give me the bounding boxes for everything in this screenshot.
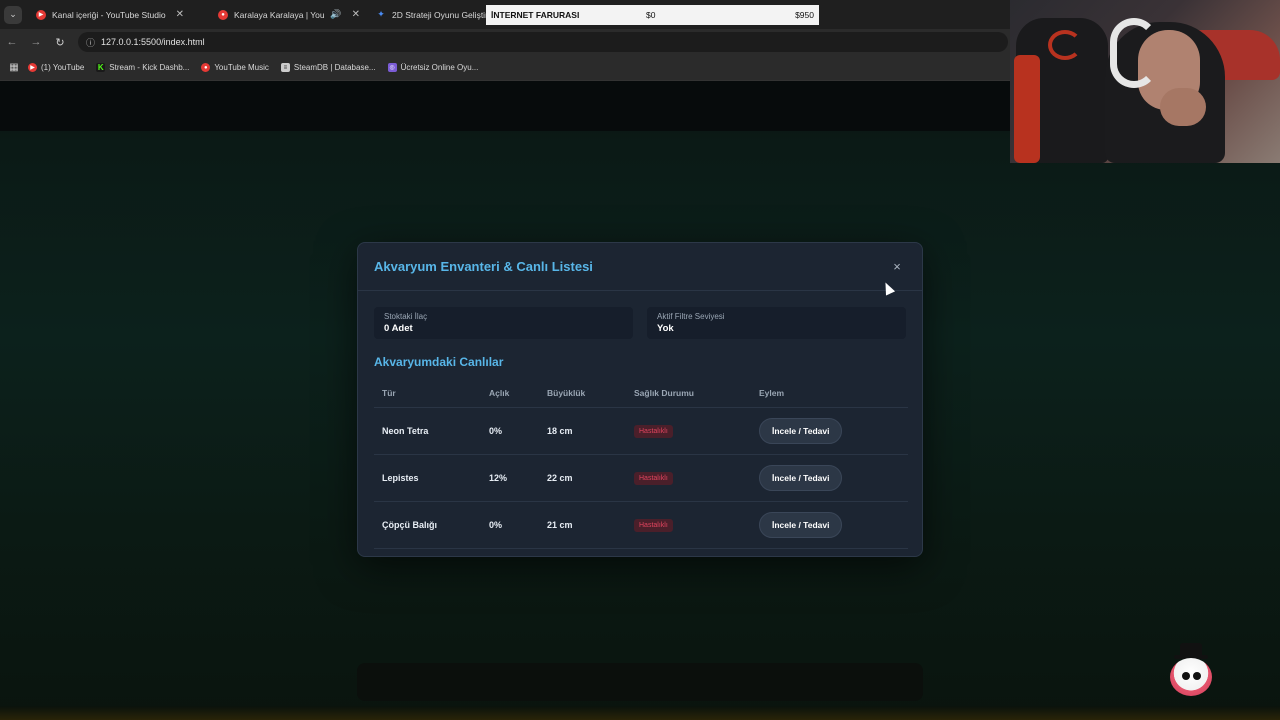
cell-size: 21 cm [539,501,626,549]
tab-title: 2D Strateji Oyunu Geliştirme [392,9,500,20]
panda-eye-shape [1182,672,1190,680]
inspect-treat-button[interactable]: İncele / Tedavi [759,465,843,491]
stat-medicine-stock: Stoktaki İlaç 0 Adet [374,307,633,339]
url-text: 127.0.0.1:5500/index.html [101,37,205,47]
panda-mascot-icon [1167,643,1215,697]
page-bottom-strip [0,706,1280,720]
streamer-hand-shape [1160,88,1206,126]
webcam-overlay [1010,0,1280,163]
column-header-species: Tür [374,379,481,408]
cell-species: Neon Tetra [374,407,481,455]
cell-action: İncele / Tedavi [751,501,908,549]
aquarium-inventory-modal: Akvaryum Envanteri & Canlı Listesi × Sto… [357,242,923,557]
cell-size: 22 cm [539,454,626,502]
game-bottom-toolbar [357,663,923,701]
cell-health: Hastalıklı [626,501,751,549]
chair-logo-shape [1048,30,1082,60]
site-info-icon[interactable]: ⓘ [86,36,95,49]
stat-filter-level: Aktif Filtre Seviyesi Yok [647,307,906,339]
table-row: Lepistes 12% 22 cm Hastalıklı İncele / T… [374,454,908,502]
cell-health: Hastalıklı [626,407,751,455]
game-site-icon: ◎ [387,63,397,72]
tab-title: Karalaya Karalaya | YouTube [234,9,325,20]
bookmark-label: SteamDB | Database... [293,63,376,72]
cell-action: İncele / Tedavi [751,407,908,455]
youtube-music-icon: ● [201,63,211,72]
modal-title: Akvaryum Envanteri & Canlı Listesi [374,259,593,274]
internet-bill-overlay: İNTERNET FARURASI $0 $950 [486,5,819,25]
tab-search-chevron-icon[interactable]: ⌄ [4,5,22,24]
overlay-value-1: $0 [646,10,656,20]
inspect-treat-button[interactable]: İncele / Tedavi [759,512,843,538]
bookmark-youtube[interactable]: ▶ (1) YouTube [28,63,84,72]
column-header-health: Sağlık Durumu [626,379,751,408]
stat-value: 0 Adet [384,323,413,334]
status-badge: Hastalıklı [634,424,673,438]
tab-close-icon[interactable]: ✕ [352,9,360,20]
overlay-title: İNTERNET FARURASI [491,10,580,20]
panda-eye-shape [1193,672,1201,680]
cell-action: İncele / Tedavi [751,454,908,502]
inspect-treat-button[interactable]: İncele / Tedavi [759,418,843,444]
url-input[interactable]: ⓘ 127.0.0.1:5500/index.html [78,32,1008,52]
modal-header: Akvaryum Envanteri & Canlı Listesi × [358,243,922,291]
bookmark-steamdb[interactable]: ≡ SteamDB | Database... [280,63,376,72]
cell-hunger: 12% [481,454,539,502]
cell-species: Çöpçü Balığı [374,501,481,549]
bookmark-online-games[interactable]: ◎ Ücretsiz Online Oyu... [387,63,479,72]
bookmarks-bar: ▦ ▶ (1) YouTube K Stream - Kick Dashb...… [0,55,1010,81]
youtube-music-icon: ● [218,9,228,20]
gemini-icon: ✦ [377,9,385,19]
cell-hunger: 0% [481,407,539,455]
cell-size: 18 cm [539,407,626,455]
forward-icon[interactable]: → [24,36,48,48]
stat-label: Stoktaki İlaç [384,312,428,321]
bookmark-label: Stream - Kick Dashb... [109,63,190,72]
bookmark-kick[interactable]: K Stream - Kick Dashb... [96,63,189,72]
apps-grid-icon[interactable]: ▦ [0,62,28,73]
tab-title: Kanal içeriği - YouTube Studio [52,9,166,20]
steamdb-icon: ≡ [280,63,290,72]
table-header-row: Tür Açlık Büyüklük Sağlık Durumu Eylem [374,379,908,408]
fish-table: Tür Açlık Büyüklük Sağlık Durumu Eylem N… [374,379,908,549]
bookmark-label: (1) YouTube [41,63,85,72]
overlay-value-2: $950 [795,10,814,20]
kick-icon: K [96,63,106,72]
bookmark-label: Ücretsiz Online Oyu... [400,63,479,72]
browser-tab-youtube-studio[interactable]: ▶ Kanal içeriği - YouTube Studio ✕ [28,0,210,29]
close-icon[interactable]: × [888,258,906,276]
table-row: Çöpçü Balığı 0% 21 cm Hastalıklı İncele … [374,501,908,549]
table-row: Neon Tetra 0% 18 cm Hastalıklı İncele / … [374,407,908,455]
address-bar-row: ← → ↻ ⓘ 127.0.0.1:5500/index.html [0,29,1010,55]
chair-accent-shape [1014,55,1040,163]
cell-hunger: 0% [481,501,539,549]
stat-value: Yok [657,323,674,334]
speaker-icon[interactable]: 🔊 [330,9,341,20]
column-header-size: Büyüklük [539,379,626,408]
cell-health: Hastalıklı [626,454,751,502]
column-header-hunger: Açlık [481,379,539,408]
youtube-icon: ▶ [28,63,37,72]
status-badge: Hastalıklı [634,518,673,532]
headset-shape [1110,18,1158,88]
bookmark-youtube-music[interactable]: ● YouTube Music [201,63,269,72]
status-badge: Hastalıklı [634,471,673,485]
column-header-action: Eylem [751,379,908,408]
panda-head-shape [1170,658,1212,696]
browser-tab-karalaya[interactable]: ● Karalaya Karalaya | YouTube 🔊 ✕ [210,0,368,29]
bookmark-label: YouTube Music [214,63,269,72]
youtube-studio-icon: ▶ [36,9,46,20]
section-title: Akvaryumdaki Canlılar [374,355,504,369]
cell-species: Lepistes [374,454,481,502]
stats-row: Stoktaki İlaç 0 Adet Aktif Filtre Seviye… [358,291,922,339]
tab-close-icon[interactable]: ✕ [176,9,184,20]
reload-icon[interactable]: ↻ [48,36,72,49]
back-icon[interactable]: ← [0,36,24,48]
stat-label: Aktif Filtre Seviyesi [657,312,725,321]
